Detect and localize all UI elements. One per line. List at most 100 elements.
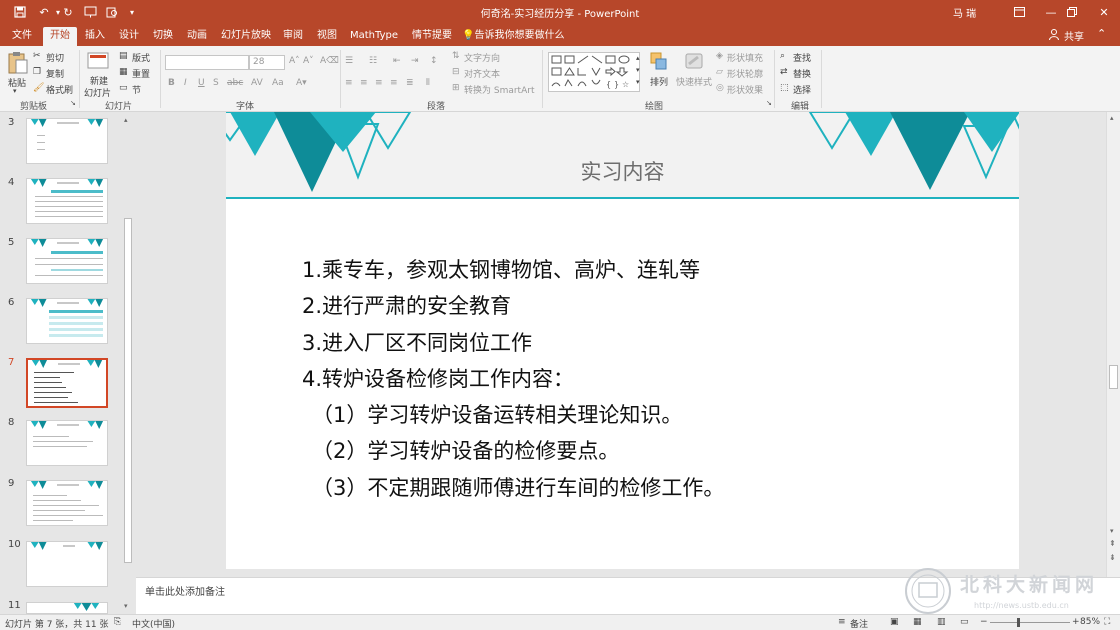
paste-icon[interactable] [7,51,29,75]
notes-toggle-button[interactable]: 备注 [850,617,868,630]
slide-thumbnail[interactable] [26,298,108,344]
next-slide-icon[interactable]: ⇟ [1109,553,1116,562]
shadow-icon[interactable]: S [213,78,219,88]
replace-button[interactable]: 替换 [793,67,811,80]
slide-thumbnail[interactable] [26,480,108,526]
drawing-launcher-icon[interactable]: ↘ [766,99,772,107]
align-right-icon[interactable]: ≡ [375,78,383,88]
scrollbar-thumb[interactable] [124,218,132,563]
collapse-ribbon-icon[interactable]: ⌃ [1097,27,1106,40]
select-button[interactable]: 选择 [793,83,811,96]
text-direction-icon[interactable]: ⇅ [452,51,460,61]
justify-icon[interactable]: ≡ [390,78,398,88]
smartart-button[interactable]: 转换为 SmartArt [464,83,534,96]
copy-icon[interactable]: ❐ [33,67,41,77]
notes-placeholder[interactable]: 单击此处添加备注 [145,583,225,598]
underline-icon[interactable]: U [198,78,205,88]
language-status[interactable]: 中文(中国) [132,617,175,630]
slide-thumbnail[interactable] [26,118,108,164]
scroll-up-icon[interactable]: ▴ [124,116,128,124]
zoom-in-icon[interactable]: + [1072,617,1080,627]
tab-transitions[interactable]: 切换 [148,27,178,46]
tab-animations[interactable]: 动画 [182,27,212,46]
zoom-slider[interactable] [990,622,1070,623]
spell-check-icon[interactable]: ⎘ [114,617,121,627]
tab-file[interactable]: 文件 [8,27,36,46]
zoom-out-icon[interactable]: − [980,617,988,627]
slide-thumbnail[interactable] [26,178,108,224]
slide-sorter-icon[interactable]: ▦ [913,617,922,627]
layout-icon[interactable]: ▤ [119,51,128,61]
slide-thumbnail[interactable] [26,602,108,614]
clipboard-launcher-icon[interactable]: ↘ [70,99,76,107]
tab-home[interactable]: 开始 [43,27,77,46]
change-case-icon[interactable]: Aa [272,78,284,88]
select-icon[interactable]: ⬚ [780,83,789,93]
increase-indent-icon[interactable]: ⇥ [411,56,419,66]
slide-thumbnail-pane[interactable]: 3 4 5 6 7 8 9 10 11 ▴ ▾ [0,112,136,614]
editor-scrollbar[interactable]: ▴ ▾ ⇞ ⇟ [1106,112,1120,577]
find-button[interactable]: 查找 [793,51,811,64]
new-slide-icon[interactable] [87,51,111,71]
tab-review[interactable]: 审阅 [278,27,308,46]
shapes-gallery[interactable]: { } ☆ [548,52,640,92]
shapes-scroll-down-icon[interactable]: ▾ [636,66,640,74]
columns-icon[interactable]: ⫴ [426,78,430,88]
cut-icon[interactable]: ✂ [33,51,41,61]
find-icon[interactable]: ⌕ [780,51,785,61]
decrease-font-icon[interactable]: A˅ [303,56,314,66]
tab-storyboarding[interactable]: 情节提要 [408,27,456,46]
bullets-icon[interactable]: ☰ [345,56,353,66]
align-text-button[interactable]: 对齐文本 [464,67,500,80]
align-left-icon[interactable]: ≡ [345,78,353,88]
section-button[interactable]: 节 [132,83,141,96]
reset-button[interactable]: 重置 [132,67,150,80]
font-color-icon[interactable]: A▾ [296,78,307,88]
quick-styles-icon[interactable] [683,52,705,72]
user-name[interactable]: 马 瑞 [953,5,976,20]
clear-formatting-icon[interactable]: A⌫ [320,56,339,66]
shape-outline-button[interactable]: 形状轮廓 [727,67,763,80]
shapes-more-icon[interactable]: ▾ [636,78,640,86]
slide-thumbnail-active[interactable] [26,358,108,408]
shape-fill-button[interactable]: 形状填充 [727,51,763,64]
tab-insert[interactable]: 插入 [80,27,110,46]
cut-button[interactable]: 剪切 [46,51,64,64]
zoom-level[interactable]: 85% [1080,617,1100,627]
char-spacing-icon[interactable]: AV [251,78,263,88]
close-icon[interactable]: ✕ [1088,0,1120,24]
notes-icon[interactable]: ≡ [838,617,846,627]
slide-thumbnail[interactable] [26,420,108,466]
slide-canvas[interactable]: 实习内容 1.乘专车，参观太钢博物馆、高炉、连轧等 2.进行严肃的安全教育 3.… [226,112,1019,569]
tab-mathtype[interactable]: MathType [348,27,400,46]
replace-icon[interactable]: ⇄ [780,67,788,77]
share-button[interactable]: 共享 [1064,28,1084,43]
distributed-icon[interactable]: ≣ [406,78,414,88]
reset-icon[interactable]: ▦ [119,67,128,77]
decrease-indent-icon[interactable]: ⇤ [393,56,401,66]
ribbon-display-options-icon[interactable] [1003,0,1035,24]
reading-view-icon[interactable]: ▥ [937,617,946,627]
font-name-field[interactable] [165,55,249,70]
paste-dropdown-icon[interactable]: ▾ [13,87,17,95]
quick-styles-button[interactable]: 快速样式 [676,75,712,88]
normal-view-icon[interactable]: ▣ [890,617,899,627]
restore-icon[interactable] [1056,0,1088,24]
scrollbar-thumb[interactable] [1109,365,1118,389]
text-direction-button[interactable]: 文字方向 [464,51,500,64]
numbering-icon[interactable]: ☷ [369,56,377,66]
scroll-down-icon[interactable]: ▾ [1110,527,1114,535]
strikethrough-icon[interactable]: abc [227,78,243,88]
tab-view[interactable]: 视图 [312,27,342,46]
shape-fill-icon[interactable]: ◈ [716,51,723,61]
new-slide-label-2[interactable]: 幻灯片 [84,86,111,99]
scroll-up-icon[interactable]: ▴ [1110,114,1114,122]
slide-thumbnail[interactable] [26,541,108,587]
arrange-icon[interactable] [650,52,668,72]
line-spacing-icon[interactable]: ↕ [430,56,438,66]
shapes-scroll-up-icon[interactable]: ▴ [636,54,640,62]
format-painter-button[interactable]: 格式刷 [46,83,73,96]
italic-icon[interactable]: I [184,78,187,88]
tell-me-box[interactable]: 💡告诉我你想要做什么 [462,27,572,46]
scroll-down-icon[interactable]: ▾ [124,602,128,610]
